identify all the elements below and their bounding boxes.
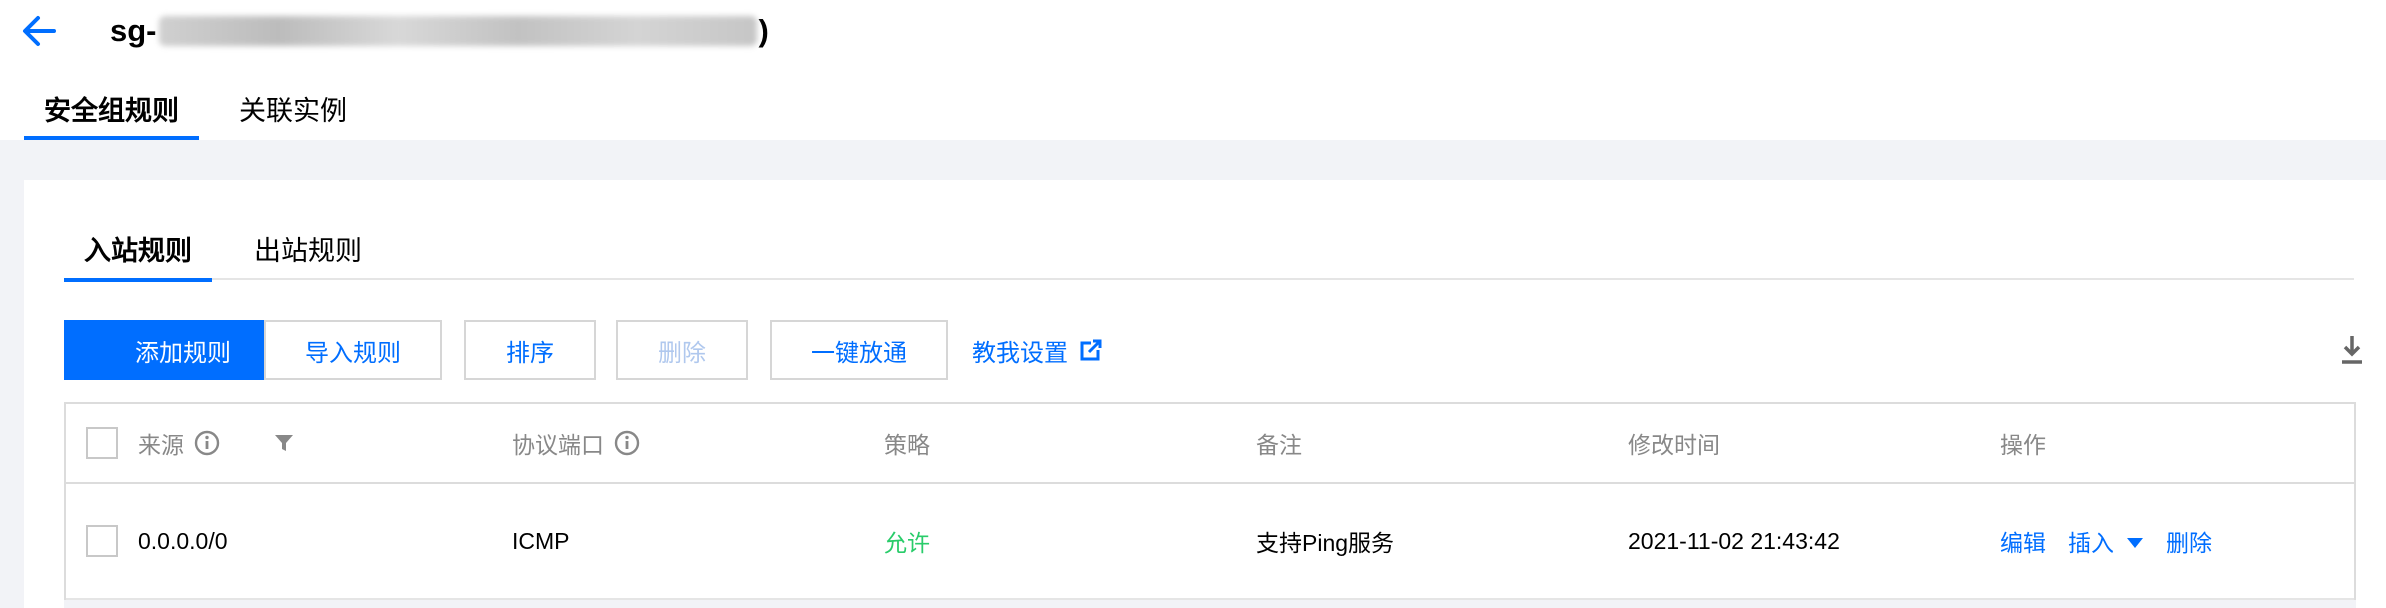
external-link-icon	[1080, 339, 1102, 361]
sort-button[interactable]: 排序	[464, 320, 596, 380]
download-icon	[2342, 336, 2362, 364]
header-protocol-port: 协议端口	[512, 404, 640, 482]
rules-card: 入站规则 出站规则 添加规则 导入规则 排序 删除 一键放通 教我设置 来源 协…	[24, 180, 2386, 608]
back-button[interactable]	[18, 10, 60, 52]
row-checkbox[interactable]	[86, 525, 118, 557]
header-protocol-port-label: 协议端口	[512, 432, 604, 458]
arrow-left-icon	[23, 16, 56, 46]
delete-button[interactable]: 删除	[616, 320, 748, 380]
edit-link[interactable]: 编辑	[2000, 524, 2046, 558]
caret-down-icon[interactable]	[2126, 528, 2144, 555]
rule-direction-tabs: 入站规则 出站规则	[64, 228, 2354, 282]
table-header: 来源 协议端口 策略 备注 修改时间 操作	[66, 404, 2354, 484]
table-bottom-strip	[64, 600, 2356, 608]
open-all-button[interactable]: 一键放通	[770, 320, 948, 380]
table-row: 0.0.0.0/0 ICMP 允许 支持Ping服务 2021-11-02 21…	[66, 484, 2354, 600]
policy-cell: 允许	[884, 530, 930, 556]
filter-button[interactable]	[274, 404, 294, 482]
title-prefix: sg-	[110, 13, 157, 48]
header-source: 来源	[138, 404, 220, 482]
info-icon[interactable]	[614, 430, 640, 456]
filter-icon	[275, 435, 293, 451]
source-cell: 0.0.0.0/0	[138, 527, 228, 554]
header-source-label: 来源	[138, 432, 184, 458]
delete-link[interactable]: 删除	[2166, 524, 2212, 558]
tab-inbound-rules[interactable]: 入站规则	[64, 228, 212, 282]
download-button[interactable]	[2334, 332, 2370, 368]
header-actions: 操作	[2000, 432, 2046, 458]
header-policy: 策略	[884, 432, 930, 458]
help-link[interactable]: 教我设置	[972, 320, 1102, 380]
protocol-port-cell: ICMP	[512, 527, 570, 554]
header-remark: 备注	[1256, 432, 1302, 458]
page-header: sg- ) 安全组规则 关联实例	[0, 0, 2386, 140]
top-tabs: 安全组规则 关联实例	[24, 86, 387, 140]
actions-cell: 编辑 插入 删除	[2000, 484, 2234, 598]
title-suffix: )	[758, 13, 769, 48]
header-modified-time: 修改时间	[1628, 432, 1720, 458]
remark-cell: 支持Ping服务	[1256, 530, 1395, 556]
page-title: sg- )	[110, 8, 769, 54]
tab-outbound-rules[interactable]: 出站规则	[234, 228, 382, 280]
select-all-checkbox[interactable]	[86, 427, 118, 459]
help-link-label: 教我设置	[972, 339, 1068, 367]
rules-table: 来源 协议端口 策略 备注 修改时间 操作 0.0.0.0/0 ICMP 允许 …	[64, 402, 2356, 600]
redacted-id	[158, 16, 757, 46]
tab-security-group-rules[interactable]: 安全组规则	[24, 86, 199, 140]
import-rules-button[interactable]: 导入规则	[264, 320, 442, 380]
insert-link[interactable]: 插入	[2068, 524, 2114, 558]
info-icon[interactable]	[194, 430, 220, 456]
modified-time-cell: 2021-11-02 21:43:42	[1628, 527, 1840, 554]
tab-associated-instances[interactable]: 关联实例	[219, 86, 367, 140]
toolbar: 添加规则 导入规则 排序 删除 一键放通 教我设置	[64, 320, 2364, 380]
